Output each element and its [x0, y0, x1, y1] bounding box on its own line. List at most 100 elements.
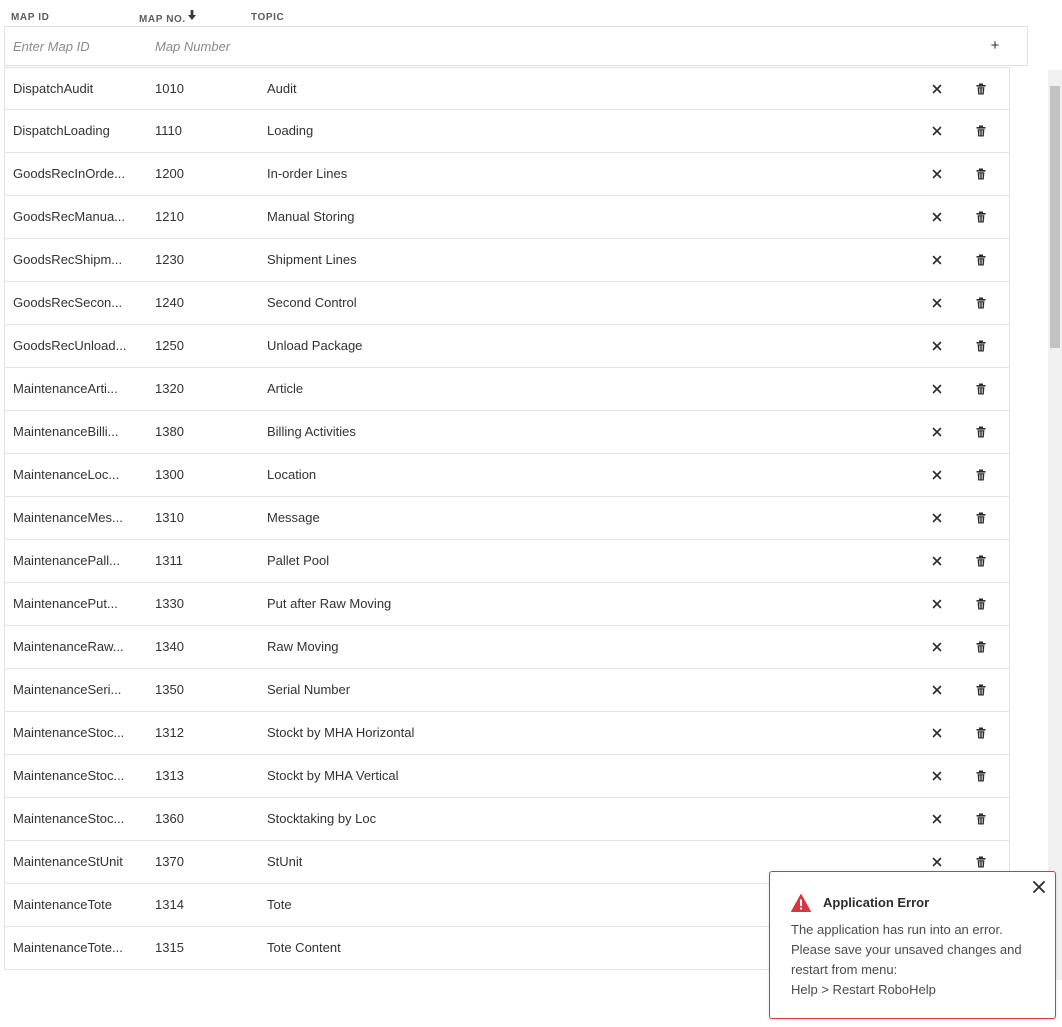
map-number-cell: 1230: [155, 252, 184, 267]
close-icon: [932, 685, 942, 695]
topic-cell: In-order Lines: [267, 166, 348, 181]
delete-row-button[interactable]: [973, 209, 989, 225]
delete-row-button[interactable]: [973, 252, 989, 268]
vertical-scrollbar[interactable]: [1048, 70, 1062, 980]
close-icon: [932, 298, 942, 308]
column-header-topic[interactable]: TOPIC: [251, 12, 284, 23]
topic-cell: Stockt by MHA Horizontal: [267, 725, 415, 740]
table-row[interactable]: GoodsRecInOrde... 1200 In-order Lines: [4, 153, 1010, 196]
map-number-cell: 1110: [155, 123, 182, 138]
map-id-input[interactable]: [13, 36, 143, 56]
map-number-cell: 1320: [155, 381, 184, 396]
table-row[interactable]: MaintenancePut... 1330 Put after Raw Movin…: [4, 583, 1010, 626]
remove-row-button[interactable]: [929, 854, 945, 870]
remove-row-button[interactable]: [929, 209, 945, 225]
delete-row-button[interactable]: [973, 725, 989, 741]
trash-icon: [976, 340, 986, 352]
column-header-map-id[interactable]: MAP ID: [11, 12, 49, 23]
topic-cell: Second Control: [267, 295, 357, 310]
trash-icon: [976, 598, 986, 610]
map-id-cell: MaintenancePall...: [13, 553, 120, 568]
remove-row-button[interactable]: [929, 725, 945, 741]
delete-row-button[interactable]: [973, 295, 989, 311]
delete-row-button[interactable]: [973, 510, 989, 526]
delete-row-button[interactable]: [973, 381, 989, 397]
topic-cell: Put after Raw Moving: [267, 596, 392, 611]
table-row[interactable]: DispatchAudit 1010 Audit: [4, 67, 1010, 110]
remove-row-button[interactable]: [929, 381, 945, 397]
map-id-cell: GoodsRecManua...: [13, 209, 126, 224]
remove-row-button[interactable]: [929, 467, 945, 483]
warning-icon: [791, 894, 811, 912]
remove-row-button[interactable]: [929, 424, 945, 440]
table-row[interactable]: GoodsRecUnload... 1250 Unload Package: [4, 325, 1010, 368]
delete-row-button[interactable]: [973, 639, 989, 655]
remove-row-button[interactable]: [929, 811, 945, 827]
delete-row-button[interactable]: [973, 854, 989, 870]
trash-icon: [976, 512, 986, 524]
map-id-cell: GoodsRecUnload...: [13, 338, 127, 353]
close-icon: [932, 126, 942, 136]
table-row[interactable]: MaintenanceLoc... 1300 Location: [4, 454, 1010, 497]
trash-icon: [976, 426, 986, 438]
table-row[interactable]: MaintenanceSeri... 1350 Serial Number: [4, 669, 1010, 712]
table-row[interactable]: MaintenanceMes... 1310 Message: [4, 497, 1010, 540]
delete-row-button[interactable]: [973, 123, 989, 139]
delete-row-button[interactable]: [973, 768, 989, 784]
table-row[interactable]: MaintenanceArti... 1320 Article: [4, 368, 1010, 411]
map-number-cell: 1312: [155, 725, 184, 740]
delete-row-button[interactable]: [973, 553, 989, 569]
delete-row-button[interactable]: [973, 811, 989, 827]
table-row[interactable]: MaintenanceStoc... 1313 Stockt by MHA Vert…: [4, 755, 1010, 798]
map-number-cell: 1310: [155, 510, 184, 525]
remove-row-button[interactable]: [929, 768, 945, 784]
trash-icon: [976, 813, 986, 825]
table-row[interactable]: MaintenanceStoc... 1312 Stockt by MHA Hori…: [4, 712, 1010, 755]
table-row[interactable]: GoodsRecManua... 1210 Manual Storing: [4, 196, 1010, 239]
map-id-cell: GoodsRecInOrde...: [13, 166, 125, 181]
delete-row-button[interactable]: [973, 467, 989, 483]
column-header-map-no[interactable]: MAP NO.: [139, 10, 196, 25]
remove-row-button[interactable]: [929, 596, 945, 612]
map-id-cell: MaintenanceTote: [13, 897, 113, 912]
topic-cell: Manual Storing: [267, 209, 355, 224]
add-map-button[interactable]: +: [987, 37, 1003, 55]
table-row[interactable]: MaintenancePall... 1311 Pallet Pool: [4, 540, 1010, 583]
remove-row-button[interactable]: [929, 252, 945, 268]
close-icon: [932, 857, 942, 867]
remove-row-button[interactable]: [929, 510, 945, 526]
map-id-cell: GoodsRecShipm...: [13, 252, 123, 267]
map-number-input[interactable]: [155, 36, 255, 56]
table-row[interactable]: MaintenanceBilli... 1380 Billing Activitie…: [4, 411, 1010, 454]
table-row[interactable]: DispatchLoading 1110 Loading: [4, 110, 1010, 153]
toast-close-button[interactable]: [1032, 880, 1046, 894]
remove-row-button[interactable]: [929, 295, 945, 311]
table-row[interactable]: GoodsRecSecon... 1240 Second Control: [4, 282, 1010, 325]
delete-row-button[interactable]: [973, 81, 989, 97]
table-row[interactable]: MaintenanceRaw... 1340 Raw Moving: [4, 626, 1010, 669]
remove-row-button[interactable]: [929, 553, 945, 569]
map-id-cell: DispatchAudit: [13, 81, 94, 96]
delete-row-button[interactable]: [973, 338, 989, 354]
toast-message-line: restart from menu:: [791, 962, 898, 977]
remove-row-button[interactable]: [929, 166, 945, 182]
table-row[interactable]: GoodsRecShipm... 1230 Shipment Lines: [4, 239, 1010, 282]
remove-row-button[interactable]: [929, 123, 945, 139]
map-id-cell: GoodsRecSecon...: [13, 295, 123, 310]
close-icon: [1033, 881, 1045, 893]
delete-row-button[interactable]: [973, 682, 989, 698]
map-id-cell: MaintenanceLoc...: [13, 467, 120, 482]
delete-row-button[interactable]: [973, 596, 989, 612]
remove-row-button[interactable]: [929, 338, 945, 354]
delete-row-button[interactable]: [973, 424, 989, 440]
scrollbar-thumb[interactable]: [1050, 86, 1060, 348]
trash-icon: [976, 856, 986, 868]
map-number-cell: 1010: [155, 81, 184, 96]
table-row[interactable]: MaintenanceStoc... 1360 Stocktaking by Loc: [4, 798, 1010, 841]
map-id-cell: MaintenanceArti...: [13, 381, 118, 396]
remove-row-button[interactable]: [929, 682, 945, 698]
remove-row-button[interactable]: [929, 81, 945, 97]
delete-row-button[interactable]: [973, 166, 989, 182]
remove-row-button[interactable]: [929, 639, 945, 655]
map-id-cell: MaintenanceRaw...: [13, 639, 124, 654]
